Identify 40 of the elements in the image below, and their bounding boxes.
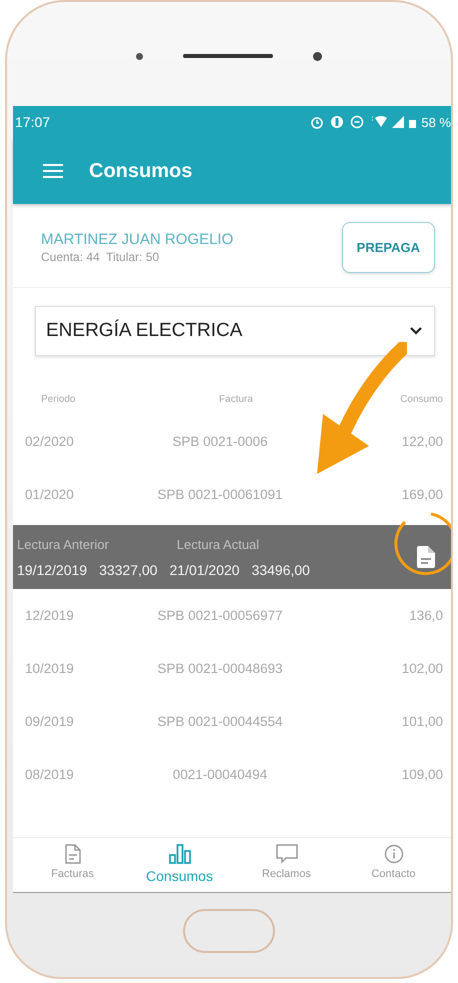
reading-label: Lectura Anterior xyxy=(17,536,109,552)
column-header: Factura xyxy=(218,394,254,405)
account-details: Cuenta: 44 Titular: 50 xyxy=(41,250,160,264)
table-row[interactable]: 02/2020 SPB 0021-0006 122,00 xyxy=(13,415,451,468)
info-icon xyxy=(384,844,404,864)
nav-tab[interactable]: Contacto xyxy=(348,844,440,884)
reading-value: 21/01/2020 xyxy=(169,562,240,578)
signal-icon xyxy=(392,116,404,128)
table-row[interactable]: 08/2019 0021-00040494 109,00 xyxy=(13,748,451,801)
nav-tab[interactable]: Reclamos xyxy=(240,844,332,884)
chevron-down-icon xyxy=(410,327,422,335)
nav-tab[interactable]: Facturas xyxy=(26,844,118,884)
camera-dot xyxy=(313,52,322,60)
reading-value: 33496,00 xyxy=(252,562,310,578)
table-row[interactable]: 12/2019 SPB 0021-00056977 136,0 xyxy=(13,589,451,642)
bar-chart-icon xyxy=(168,844,190,864)
nav-tab[interactable]: Consumos xyxy=(134,844,226,884)
sensor-dot xyxy=(136,52,143,60)
column-header: Periodo xyxy=(41,394,76,405)
table-row[interactable]: 01/2020 SPB 0021-00061091 169,00 xyxy=(13,468,451,521)
prepaga-button[interactable]: PREPAGA xyxy=(342,222,435,273)
document-icon[interactable] xyxy=(417,546,435,568)
reading-value: 19/12/2019 xyxy=(17,562,88,578)
alarm-icon xyxy=(310,115,324,129)
account-name: MARTINEZ JUAN ROGELIO xyxy=(41,231,234,248)
reading-value: 33327,00 xyxy=(99,562,158,578)
service-select[interactable]: ENERGÍA ELECTRICA xyxy=(35,306,435,356)
menu-icon[interactable] xyxy=(43,163,63,179)
home-button[interactable] xyxy=(183,909,275,953)
chat-bubble-icon xyxy=(276,844,298,864)
status-time: 17:07 xyxy=(15,114,50,130)
battery-percent: 58 % xyxy=(421,114,451,130)
wifi-icon xyxy=(369,115,388,129)
do-not-disturb-icon xyxy=(350,115,364,129)
reading-label: Lectura Actual xyxy=(176,536,260,552)
screen-title: Consumos xyxy=(89,160,192,182)
document-icon xyxy=(64,844,80,864)
table-row[interactable]: 10/2019 SPB 0021-00048693 102,00 xyxy=(13,642,451,695)
column-header: Consumo xyxy=(399,394,443,405)
table-row[interactable]: 09/2019 SPB 0021-00044554 101,00 xyxy=(13,695,451,748)
